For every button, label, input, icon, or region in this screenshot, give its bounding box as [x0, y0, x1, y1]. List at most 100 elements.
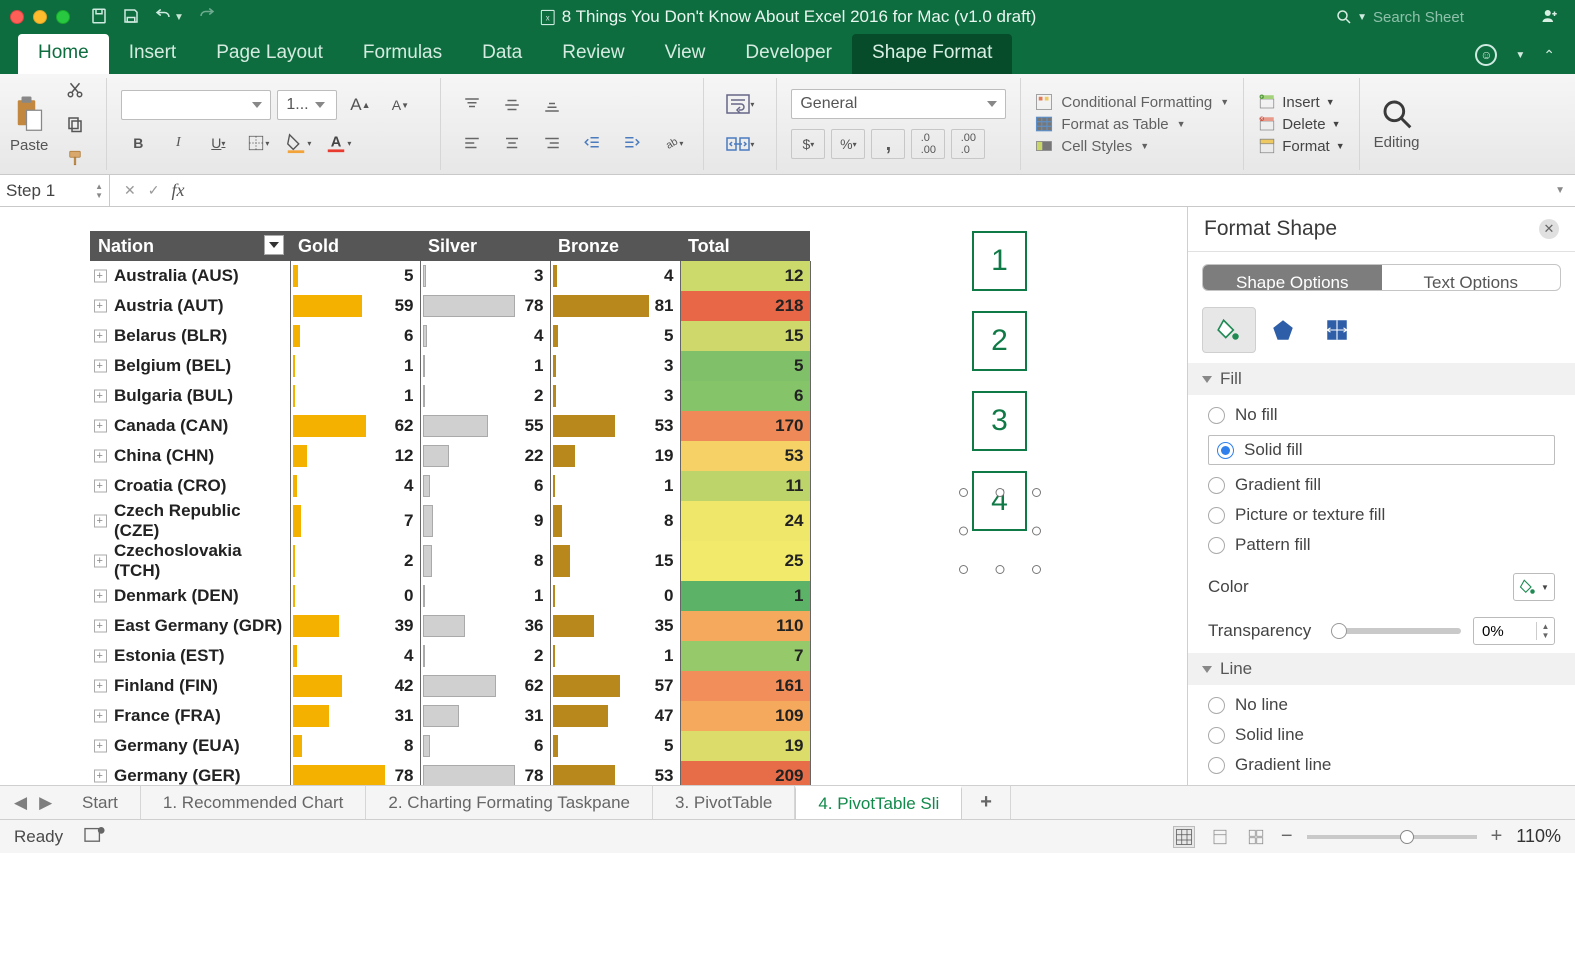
- total-cell[interactable]: 110: [680, 611, 810, 641]
- total-cell[interactable]: 1: [680, 581, 810, 611]
- next-sheet-button[interactable]: ▶: [39, 793, 52, 813]
- sheet-tab[interactable]: 3. PivotTable: [653, 786, 795, 819]
- total-cell[interactable]: 53: [680, 441, 810, 471]
- tab-data[interactable]: Data: [462, 34, 542, 74]
- cancel-formula-icon[interactable]: ✕: [124, 182, 136, 199]
- tab-shape-format[interactable]: Shape Format: [852, 34, 1012, 74]
- header-silver[interactable]: Silver: [420, 231, 550, 261]
- nation-cell[interactable]: Australia (AUS): [90, 261, 290, 291]
- tab-view[interactable]: View: [645, 34, 726, 74]
- tab-page-layout[interactable]: Page Layout: [196, 34, 343, 74]
- header-gold[interactable]: Gold: [290, 231, 420, 261]
- collapse-ribbon-icon[interactable]: ⌃: [1543, 47, 1555, 64]
- merge-cells-icon[interactable]: ▾: [718, 129, 762, 159]
- bronze-cell[interactable]: 4: [550, 261, 680, 291]
- slicer-step-2[interactable]: 2: [972, 311, 1027, 371]
- nation-cell[interactable]: Germany (GER): [90, 761, 290, 785]
- table-row[interactable]: Belgium (BEL)1135: [90, 351, 810, 381]
- tab-insert[interactable]: Insert: [109, 34, 197, 74]
- zoom-slider[interactable]: [1307, 835, 1477, 839]
- tab-review[interactable]: Review: [542, 34, 644, 74]
- silver-cell[interactable]: 1: [420, 581, 550, 611]
- fx-icon[interactable]: fx: [171, 180, 184, 201]
- gold-cell[interactable]: 7: [290, 501, 420, 541]
- nation-cell[interactable]: Finland (FIN): [90, 671, 290, 701]
- gold-cell[interactable]: 31: [290, 701, 420, 731]
- table-row[interactable]: Bulgaria (BUL)1236: [90, 381, 810, 411]
- radio-no-line[interactable]: No line: [1208, 695, 1555, 715]
- number-format-select[interactable]: General: [791, 89, 1006, 119]
- fill-color-button[interactable]: ▾: [281, 128, 315, 158]
- underline-button[interactable]: U▾: [201, 128, 235, 158]
- zoom-value[interactable]: 110%: [1516, 826, 1561, 847]
- align-top-icon[interactable]: [455, 90, 489, 120]
- font-family-select[interactable]: [121, 90, 271, 120]
- line-section-header[interactable]: Line: [1188, 653, 1575, 685]
- align-center-icon[interactable]: [495, 128, 529, 158]
- table-row[interactable]: Croatia (CRO)46111: [90, 471, 810, 501]
- table-row[interactable]: Australia (AUS)53412: [90, 261, 810, 291]
- header-bronze[interactable]: Bronze: [550, 231, 680, 261]
- conditional-formatting-button[interactable]: Conditional Formatting▼: [1035, 93, 1229, 111]
- bronze-cell[interactable]: 19: [550, 441, 680, 471]
- gold-cell[interactable]: 0: [290, 581, 420, 611]
- table-row[interactable]: East Germany (GDR)393635110: [90, 611, 810, 641]
- gold-cell[interactable]: 8: [290, 731, 420, 761]
- nation-cell[interactable]: China (CHN): [90, 441, 290, 471]
- decrease-decimal-icon[interactable]: .00.0: [951, 129, 985, 159]
- zoom-in-button[interactable]: +: [1491, 825, 1503, 848]
- sheet-tab[interactable]: 2. Charting Formating Taskpane: [366, 786, 653, 819]
- sheet-tab[interactable]: Start: [60, 786, 141, 819]
- maximize-window-button[interactable]: [56, 10, 70, 24]
- filter-dropdown-icon[interactable]: [264, 235, 284, 255]
- transparency-stepper[interactable]: ▲▼: [1473, 617, 1555, 645]
- silver-cell[interactable]: 6: [420, 731, 550, 761]
- silver-cell[interactable]: 62: [420, 671, 550, 701]
- fill-color-picker[interactable]: ▼: [1513, 573, 1555, 601]
- radio-solid-line[interactable]: Solid line: [1208, 725, 1555, 745]
- silver-cell[interactable]: 9: [420, 501, 550, 541]
- undo-icon[interactable]: ▼: [154, 7, 184, 28]
- align-left-icon[interactable]: [455, 128, 489, 158]
- sheet-tab[interactable]: 4. PivotTable Sli: [795, 786, 962, 819]
- bronze-cell[interactable]: 0: [550, 581, 680, 611]
- decrease-font-icon[interactable]: A▼: [383, 90, 417, 120]
- table-row[interactable]: Finland (FIN)426257161: [90, 671, 810, 701]
- align-middle-icon[interactable]: [495, 90, 529, 120]
- silver-cell[interactable]: 55: [420, 411, 550, 441]
- search-input[interactable]: [1371, 8, 1521, 27]
- border-button[interactable]: ▾: [241, 128, 275, 158]
- expand-formula-bar-icon[interactable]: ▼: [1555, 185, 1575, 196]
- close-pane-button[interactable]: ✕: [1539, 219, 1559, 239]
- table-row[interactable]: Canada (CAN)625553170: [90, 411, 810, 441]
- total-cell[interactable]: 25: [680, 541, 810, 581]
- total-cell[interactable]: 12: [680, 261, 810, 291]
- shape-selection-handles[interactable]: [964, 493, 1036, 569]
- tab-home[interactable]: Home: [18, 34, 109, 74]
- gold-cell[interactable]: 4: [290, 641, 420, 671]
- cell-styles-button[interactable]: Cell Styles▼: [1035, 137, 1229, 155]
- font-size-select[interactable]: 1...: [277, 90, 337, 120]
- sheet-tab[interactable]: 1. Recommended Chart: [141, 786, 366, 819]
- gold-cell[interactable]: 39: [290, 611, 420, 641]
- bronze-cell[interactable]: 3: [550, 381, 680, 411]
- minimize-window-button[interactable]: [33, 10, 47, 24]
- bronze-cell[interactable]: 1: [550, 471, 680, 501]
- normal-view-icon[interactable]: [1173, 826, 1195, 848]
- total-cell[interactable]: 19: [680, 731, 810, 761]
- save-as-icon[interactable]: [122, 7, 140, 28]
- cut-icon[interactable]: [58, 75, 92, 105]
- save-icon[interactable]: [90, 7, 108, 28]
- font-color-button[interactable]: A▾: [321, 128, 355, 158]
- transparency-input[interactable]: [1474, 622, 1536, 641]
- page-break-view-icon[interactable]: [1245, 826, 1267, 848]
- total-cell[interactable]: 11: [680, 471, 810, 501]
- tab-text-options[interactable]: Text Options: [1382, 265, 1561, 290]
- silver-cell[interactable]: 2: [420, 381, 550, 411]
- orientation-icon[interactable]: ab▾: [655, 128, 689, 158]
- italic-button[interactable]: I: [161, 128, 195, 158]
- bronze-cell[interactable]: 53: [550, 761, 680, 785]
- table-row[interactable]: Austria (AUT)597881218: [90, 291, 810, 321]
- silver-cell[interactable]: 6: [420, 471, 550, 501]
- silver-cell[interactable]: 4: [420, 321, 550, 351]
